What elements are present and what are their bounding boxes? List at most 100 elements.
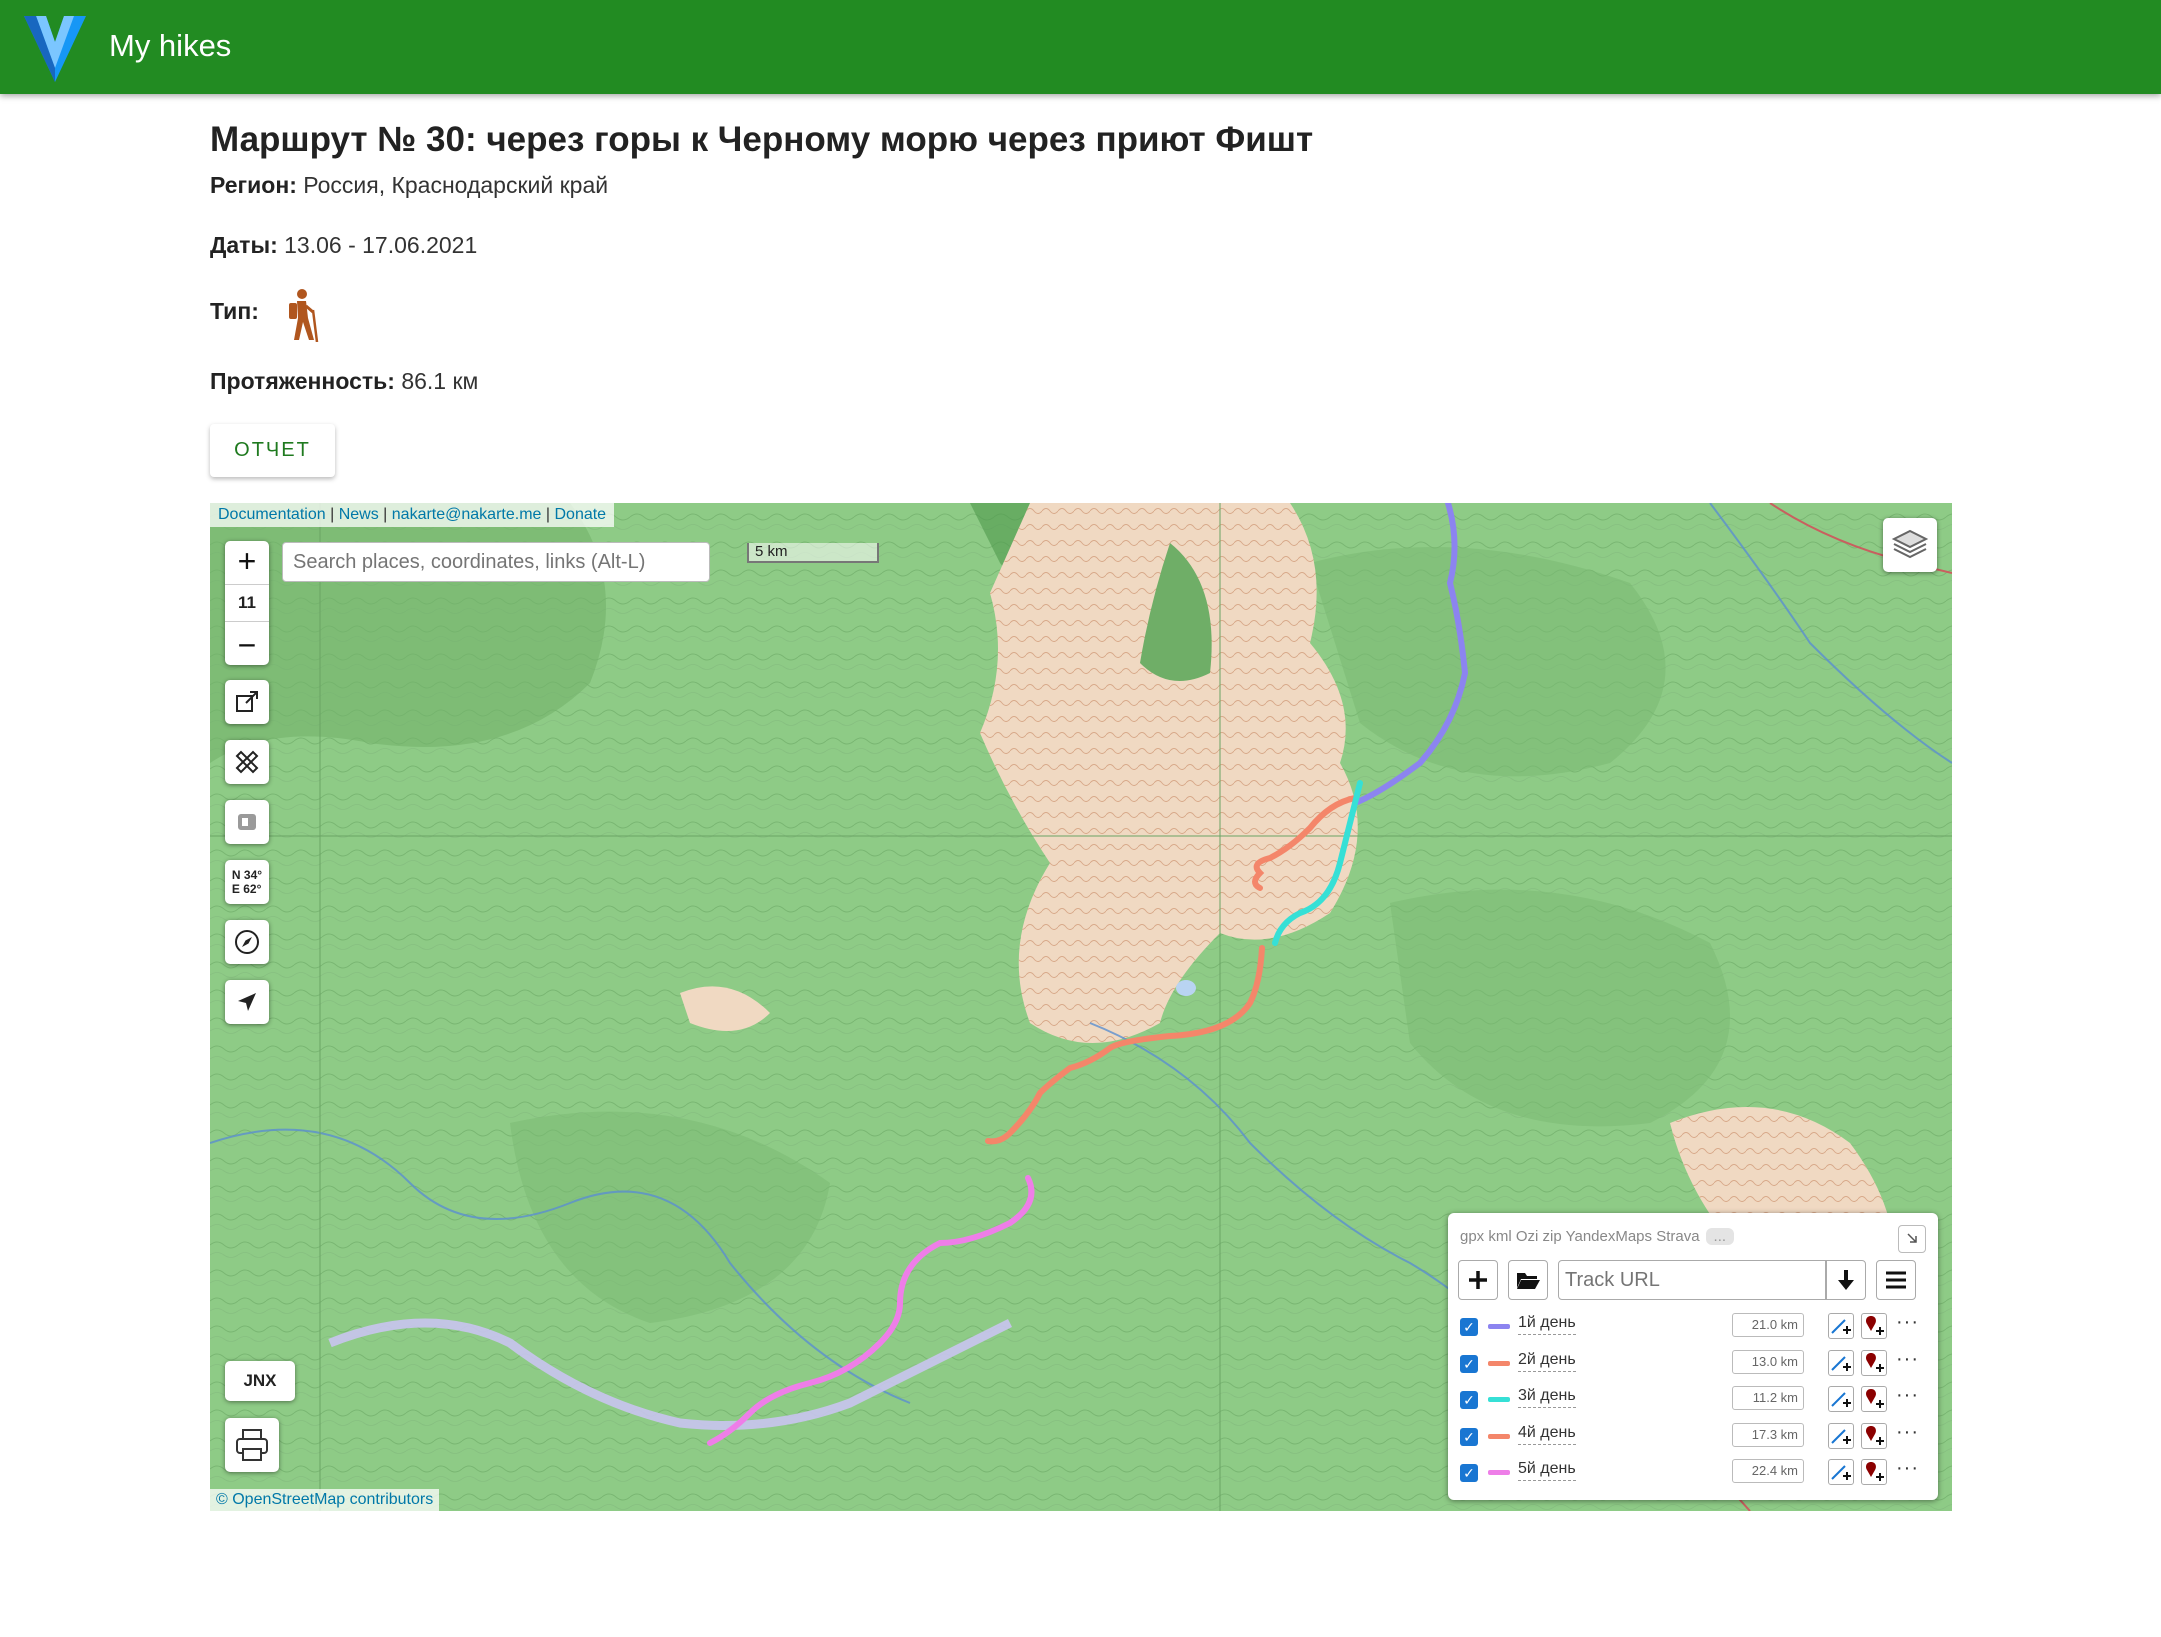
location-button[interactable] <box>225 980 269 1024</box>
hiker-icon <box>289 289 319 342</box>
track-visibility-checkbox[interactable]: ✓ <box>1460 1427 1478 1446</box>
track-more-button[interactable]: ··· <box>1896 1311 1919 1334</box>
edit-track-button[interactable] <box>1828 1349 1854 1376</box>
layers-button[interactable] <box>1883 518 1937 572</box>
edit-track-button[interactable] <box>1828 1386 1854 1412</box>
zoom-control: + 11 − <box>225 541 269 665</box>
edit-track-button[interactable] <box>1828 1459 1854 1485</box>
report-button[interactable]: ОТЧЕТ <box>210 424 335 477</box>
formats-list: gpx kml Ozi zip YandexMaps Strava <box>1460 1228 1700 1245</box>
add-point-button[interactable] <box>1861 1459 1887 1485</box>
edit-track-button[interactable] <box>1828 1422 1854 1449</box>
track-distance: 11.2 km <box>1732 1386 1804 1410</box>
coordinates-button[interactable]: N 34° E 62° <box>225 860 269 904</box>
track-color-swatch[interactable] <box>1488 1470 1510 1475</box>
compass-button[interactable] <box>225 920 269 964</box>
app-title[interactable]: My hikes <box>109 28 231 64</box>
zoom-in-button[interactable]: + <box>225 541 269 581</box>
add-marker-icon <box>1866 1462 1884 1481</box>
add-marker-icon <box>1866 1316 1884 1335</box>
track-visibility-checkbox[interactable]: ✓ <box>1460 1464 1478 1482</box>
search-input[interactable] <box>282 542 710 582</box>
length-label: Протяженность: <box>210 368 395 394</box>
edit-track-button[interactable] <box>1828 1313 1854 1339</box>
dates-label: Даты: <box>210 232 278 258</box>
more-formats-button[interactable]: ... <box>1705 1228 1735 1245</box>
open-file-button[interactable] <box>1508 1260 1548 1300</box>
length-value: 86.1 км <box>401 368 479 394</box>
region-label: Регион: <box>210 172 297 198</box>
track-color-swatch[interactable] <box>1488 1324 1510 1329</box>
documentation-link[interactable]: Documentation <box>218 506 326 523</box>
edit-line-icon <box>1831 1355 1851 1371</box>
type-label: Тип: <box>210 298 259 324</box>
track-row: ✓ 5й день 22.4 km ··· <box>1460 1457 1930 1487</box>
track-distance: 21.0 km <box>1732 1313 1804 1337</box>
menu-button[interactable] <box>1876 1260 1916 1300</box>
add-point-button[interactable] <box>1861 1349 1887 1376</box>
track-more-button[interactable]: ··· <box>1896 1384 1919 1407</box>
latitude-label: N 34° <box>231 868 263 882</box>
track-color-swatch[interactable] <box>1488 1433 1510 1439</box>
track-color-swatch[interactable] <box>1488 1397 1510 1402</box>
track-name[interactable]: 5й день <box>1518 1460 1576 1481</box>
track-name[interactable]: 2й день <box>1518 1351 1576 1372</box>
track-name[interactable]: 3й день <box>1518 1387 1576 1408</box>
route-title: Маршрут № 30: через горы к Черному морю … <box>210 120 1314 159</box>
panoramas-button[interactable] <box>225 800 269 844</box>
add-point-button[interactable] <box>1861 1422 1887 1449</box>
track-visibility-checkbox[interactable]: ✓ <box>1460 1391 1478 1409</box>
external-link-button[interactable] <box>225 680 269 724</box>
panorama-icon <box>238 814 256 830</box>
edit-line-icon <box>1831 1392 1851 1407</box>
map-attribution[interactable]: © OpenStreetMap contributors <box>210 1489 440 1511</box>
vuetify-logo[interactable] <box>24 12 86 82</box>
track-color-swatch[interactable] <box>1488 1360 1510 1366</box>
dates-value: 13.06 - 17.06.2021 <box>284 232 478 258</box>
download-url-button[interactable] <box>1826 1260 1866 1300</box>
track-visibility-checkbox[interactable]: ✓ <box>1460 1354 1478 1373</box>
track-more-button[interactable]: ··· <box>1896 1348 1919 1371</box>
zoom-level: 11 <box>225 584 269 622</box>
donate-link[interactable]: Donate <box>554 506 606 523</box>
links-separator: | <box>330 506 335 523</box>
length-field: Протяженность: 86.1 км <box>210 368 478 395</box>
add-marker-icon <box>1866 1425 1884 1445</box>
track-name[interactable]: 4й день <box>1518 1424 1576 1445</box>
news-link[interactable]: News <box>339 506 379 523</box>
track-more-button[interactable]: ··· <box>1896 1421 1919 1444</box>
edit-line-icon <box>1831 1465 1851 1480</box>
track-row: ✓ 4й день 17.3 km ··· <box>1460 1421 1930 1451</box>
ruler-icon <box>235 750 259 774</box>
printer-icon <box>236 1429 268 1461</box>
email-link[interactable]: nakarte@nakarte.me <box>392 506 542 523</box>
add-track-button[interactable] <box>1458 1260 1498 1300</box>
app-bar: My hikes <box>0 0 2161 94</box>
zoom-out-button[interactable]: − <box>225 625 269 665</box>
coordinates-readout: N 34° E 62° <box>232 868 262 896</box>
track-visibility-checkbox[interactable]: ✓ <box>1460 1318 1478 1336</box>
jnx-button[interactable]: JNX <box>225 1361 295 1401</box>
add-point-button[interactable] <box>1861 1386 1887 1412</box>
map[interactable]: Documentation | News | nakarte@nakarte.m… <box>210 503 1952 1511</box>
plus-icon <box>1469 1271 1487 1289</box>
add-marker-icon <box>1866 1352 1884 1372</box>
longitude-label: E 62° <box>231 882 262 896</box>
links-separator: | <box>545 506 551 523</box>
print-button[interactable] <box>225 1418 279 1472</box>
add-marker-icon <box>1866 1389 1884 1408</box>
map-links-bar: Documentation | News | nakarte@nakarte.m… <box>210 503 615 527</box>
menu-icon <box>1886 1271 1906 1289</box>
track-row: ✓ 3й день 11.2 km ··· <box>1460 1384 1930 1414</box>
track-more-button[interactable]: ··· <box>1896 1457 1919 1480</box>
track-formats: gpx kml Ozi zip YandexMaps Strava... <box>1460 1228 1735 1245</box>
track-name[interactable]: 1й день <box>1518 1314 1576 1335</box>
collapse-button[interactable] <box>1898 1225 1926 1253</box>
add-point-button[interactable] <box>1861 1313 1887 1339</box>
scale-bar: 5 km <box>747 543 879 563</box>
edit-line-icon <box>1831 1428 1851 1444</box>
ruler-button[interactable] <box>225 740 269 784</box>
links-separator: | <box>383 506 388 523</box>
track-url-input[interactable] <box>1558 1260 1826 1300</box>
track-row: ✓ 1й день 21.0 km ··· <box>1460 1311 1930 1341</box>
